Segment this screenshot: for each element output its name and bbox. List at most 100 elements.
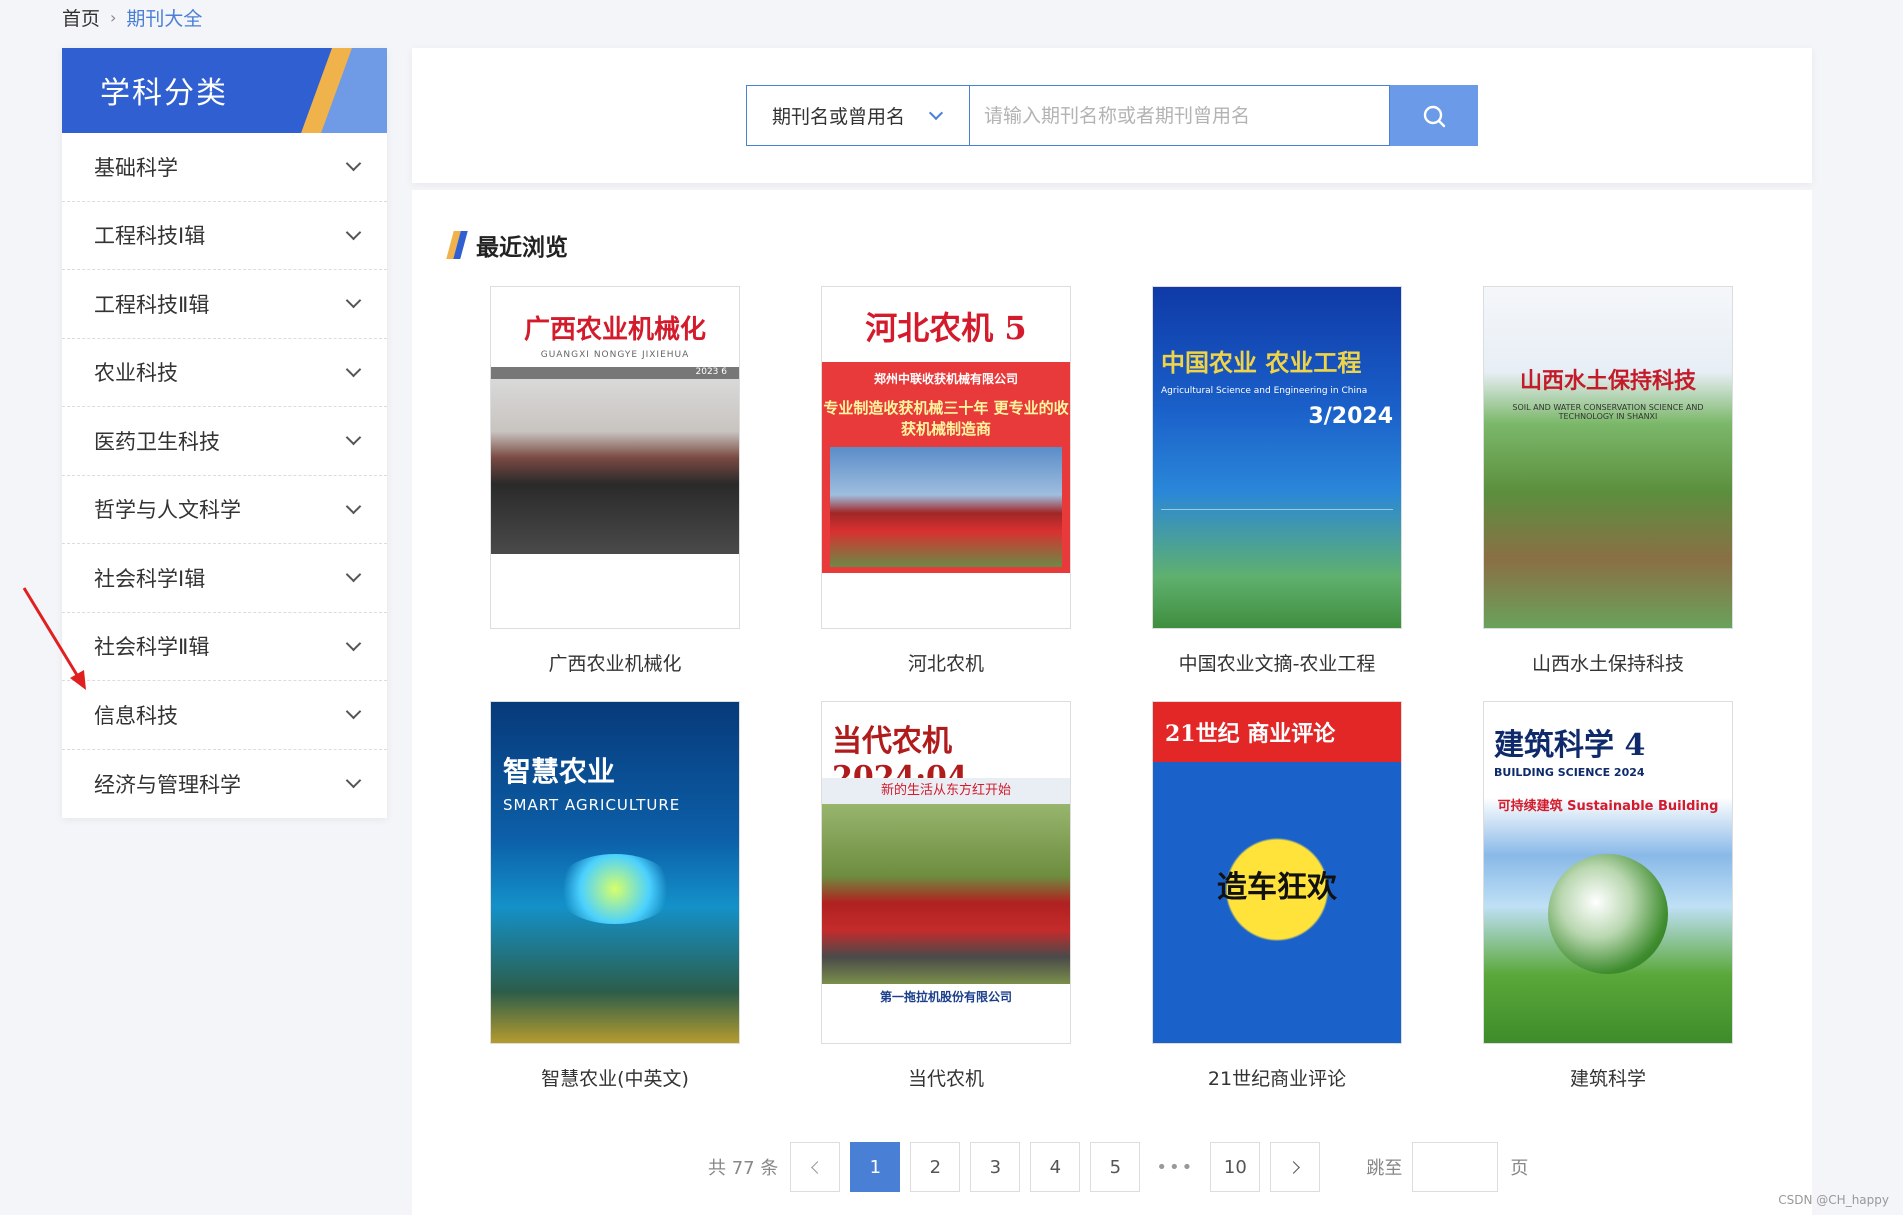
sidebar-item-social-1[interactable]: 社会科学Ⅰ辑 [62, 544, 387, 613]
journal-card[interactable]: 当代农机 2024·04 新的生活从东方红开始 第一拖拉机股份有限公司 当代农机 [821, 701, 1071, 1090]
pagination-total: 共 77 条 [708, 1158, 779, 1179]
search-field-value: 期刊名或曾用名 [772, 106, 906, 128]
sidebar-item-economics[interactable]: 经济与管理科学 [62, 750, 387, 819]
chevron-down-icon [345, 498, 362, 515]
search-panel: 期刊名或曾用名 [412, 48, 1812, 183]
breadcrumb-current[interactable]: 期刊大全 [126, 4, 202, 31]
journal-cover[interactable]: 当代农机 2024·04 新的生活从东方红开始 第一拖拉机股份有限公司 [821, 701, 1071, 1044]
sidebar-item-medicine[interactable]: 医药卫生科技 [62, 407, 387, 476]
cover-title: 智慧农业 [503, 755, 616, 788]
cover-title: 广西农业机械化 [523, 315, 706, 345]
cover-title: 21世纪 商业评论 [1165, 721, 1336, 747]
journal-cover[interactable]: 中国农业 农业工程 Agricultural Science and Engine… [1152, 286, 1402, 629]
chevron-down-icon [345, 703, 362, 720]
page-button-2[interactable]: 2 [910, 1142, 961, 1192]
journal-card[interactable]: 建筑科学 4 BUILDING SCIENCE 2024 可持续建筑 Sustai… [1483, 701, 1733, 1090]
sidebar-header: 学科分类 [62, 48, 387, 133]
sidebar-item-basic-science[interactable]: 基础科学 [62, 133, 387, 202]
page-button-5[interactable]: 5 [1090, 1142, 1141, 1192]
chevron-down-icon [345, 224, 362, 241]
chevron-down-icon [345, 772, 362, 789]
journal-name[interactable]: 建筑科学 [1483, 1064, 1733, 1090]
cover-footer [822, 573, 1070, 628]
chevron-left-icon [810, 1160, 824, 1174]
journal-name[interactable]: 智慧农业(中英文) [490, 1064, 740, 1090]
journal-cover[interactable]: 21世纪 商业评论 造车狂欢 [1152, 701, 1402, 1044]
breadcrumb-separator-icon: › [110, 8, 117, 27]
jump-label: 跳至 [1366, 1158, 1403, 1179]
cover-slogan: 新的生活从东方红开始 [822, 778, 1070, 804]
journal-cover[interactable]: 智慧农业 SMART AGRICULTURE [490, 701, 740, 1044]
sidebar-item-label: 基础科学 [94, 155, 178, 180]
journal-card[interactable]: 21世纪 商业评论 造车狂欢 21世纪商业评论 [1152, 701, 1402, 1090]
chevron-down-icon [928, 105, 944, 120]
jump-page-input[interactable] [1412, 1142, 1499, 1192]
journal-card[interactable]: 山西水土保持科技 SOIL AND WATER CONSERVATION SCIE… [1483, 286, 1733, 675]
annotation-arrow-icon [22, 587, 86, 690]
sidebar-item-label: 经济与管理科学 [94, 772, 241, 797]
journal-name[interactable]: 中国农业文摘-农业工程 [1152, 649, 1402, 675]
cover-photo [822, 804, 1070, 984]
sidebar-item-agriculture[interactable]: 农业科技 [62, 339, 387, 407]
sidebar-item-label: 哲学与人文科学 [94, 498, 241, 523]
search-box: 期刊名或曾用名 [746, 85, 1478, 146]
prev-page-button[interactable] [790, 1142, 841, 1192]
cover-slogan: 可持续建筑 Sustainable Building [1497, 799, 1719, 814]
cover-title: 河北农机 5 [865, 309, 1027, 347]
sidebar-title: 学科分类 [100, 76, 228, 111]
section-title-text: 最近浏览 [476, 235, 568, 261]
cover-footer: 第一拖拉机股份有限公司 [822, 984, 1070, 1043]
journal-name[interactable]: 广西农业机械化 [490, 649, 740, 675]
sidebar-item-social-2[interactable]: 社会科学Ⅱ辑 [62, 613, 387, 681]
cover-subtitle: 郑州中联收获机械有限公司 [873, 372, 1018, 386]
search-button[interactable] [1390, 85, 1478, 146]
journal-name[interactable]: 山西水土保持科技 [1483, 649, 1733, 675]
sidebar-item-label: 医药卫生科技 [94, 429, 220, 454]
journal-card[interactable]: 智慧农业 SMART AGRICULTURE 智慧农业(中英文) [490, 701, 740, 1090]
cover-title: 山西水土保持科技 [1519, 368, 1696, 394]
journal-card[interactable]: 广西农业机械化 GUANGXI NONGYE JIXIEHUA 2023 6 广西… [490, 286, 740, 675]
journal-name[interactable]: 河北农机 [821, 649, 1071, 675]
cover-issue: 2023 6 [491, 367, 739, 379]
chevron-down-icon [345, 635, 362, 652]
cover-title: 中国农业 农业工程 [1161, 348, 1362, 377]
chevron-down-icon [345, 429, 362, 446]
cover-subtitle: GUANGXI NONGYE JIXIEHUA [540, 350, 690, 360]
sidebar-item-engineering-1[interactable]: 工程科技Ⅰ辑 [62, 202, 387, 270]
page-button-1[interactable]: 1 [850, 1142, 901, 1192]
search-input[interactable] [970, 85, 1390, 146]
cover-issue: 3/2024 [1308, 404, 1393, 429]
chevron-down-icon [345, 155, 362, 172]
cover-title: 建筑科学 4 [1494, 728, 1646, 763]
next-page-button[interactable] [1270, 1142, 1321, 1192]
sidebar-item-label: 工程科技Ⅰ辑 [94, 224, 206, 249]
breadcrumb-home[interactable]: 首页 [62, 4, 100, 31]
pagination-ellipsis[interactable]: ••• [1150, 1142, 1201, 1192]
sidebar-item-info-tech[interactable]: 信息科技 [62, 681, 387, 750]
page-button-4[interactable]: 4 [1030, 1142, 1081, 1192]
journal-cover[interactable]: 山西水土保持科技 SOIL AND WATER CONSERVATION SCIE… [1483, 286, 1733, 629]
chevron-down-icon [345, 292, 362, 309]
search-icon [1423, 105, 1446, 127]
sidebar-item-philosophy[interactable]: 哲学与人文科学 [62, 476, 387, 544]
journal-name[interactable]: 当代农机 [821, 1064, 1071, 1090]
search-field-select[interactable]: 期刊名或曾用名 [746, 85, 970, 146]
cover-photo [830, 447, 1062, 567]
journal-name[interactable]: 21世纪商业评论 [1152, 1064, 1402, 1090]
journal-cover[interactable]: 建筑科学 4 BUILDING SCIENCE 2024 可持续建筑 Sustai… [1483, 701, 1733, 1044]
cover-photo [491, 379, 739, 554]
section-title-mark-icon [446, 231, 468, 259]
cover-contents [1161, 509, 1393, 599]
pagination: 共 77 条 1 2 3 4 5 ••• 10 跳至 页 [708, 1142, 1528, 1192]
journal-cover[interactable]: 河北农机 5 郑州中联收获机械有限公司 专业制造收获机械三十年 更专业的收获机械… [821, 286, 1071, 629]
sidebar-item-engineering-2[interactable]: 工程科技Ⅱ辑 [62, 270, 387, 339]
page-button-3[interactable]: 3 [970, 1142, 1021, 1192]
cover-subtitle: SOIL AND WATER CONSERVATION SCIENCE AND … [1512, 403, 1704, 421]
journal-card[interactable]: 中国农业 农业工程 Agricultural Science and Engine… [1152, 286, 1402, 675]
cover-slogan: 专业制造收获机械三十年 更专业的收获机械制造商 [823, 399, 1069, 438]
journal-card[interactable]: 河北农机 5 郑州中联收获机械有限公司 专业制造收获机械三十年 更专业的收获机械… [821, 286, 1071, 675]
journal-cover[interactable]: 广西农业机械化 GUANGXI NONGYE JIXIEHUA 2023 6 [490, 286, 740, 629]
page-button-last[interactable]: 10 [1210, 1142, 1261, 1192]
sidebar-item-label: 农业科技 [94, 361, 178, 386]
sidebar-item-label: 社会科学Ⅱ辑 [94, 635, 210, 660]
